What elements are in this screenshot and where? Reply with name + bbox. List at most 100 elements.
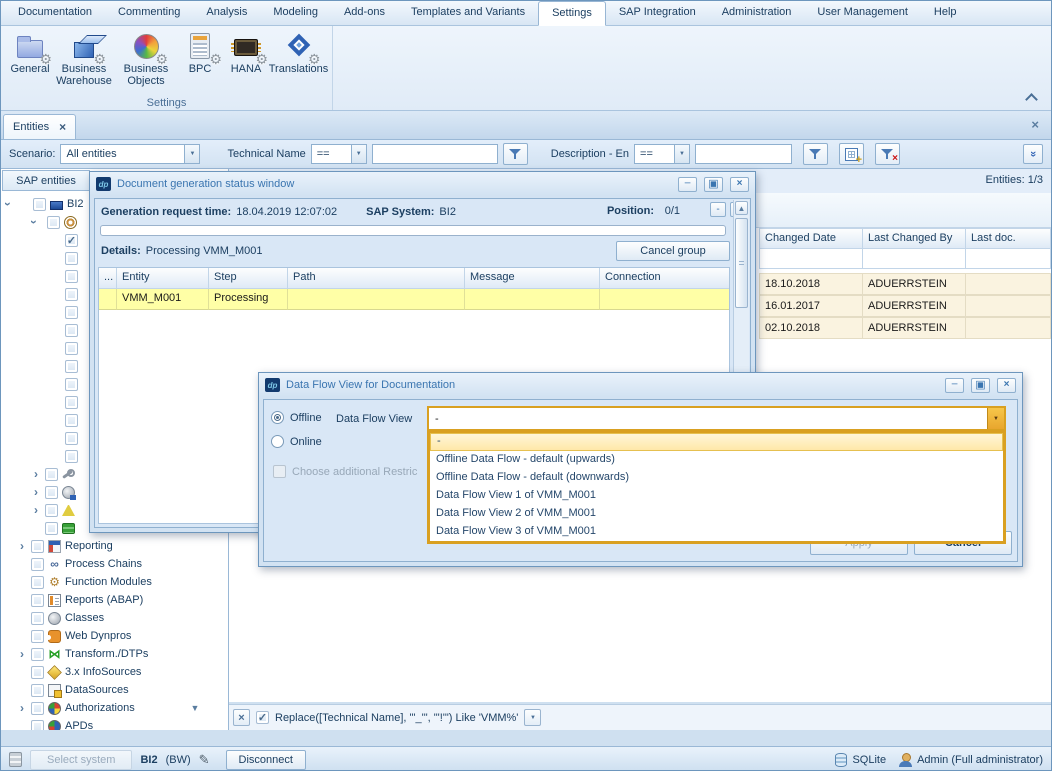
filter-enabled-checkbox[interactable]	[256, 711, 269, 724]
log-icon[interactable]	[9, 752, 22, 767]
dropdown-option[interactable]: -	[430, 433, 1003, 451]
dropdown-option[interactable]: Offline Data Flow - default (downwards)	[430, 469, 1003, 487]
description-operator-combo[interactable]: ==	[634, 144, 690, 164]
checkbox[interactable]	[45, 468, 58, 481]
sap-entities-tab[interactable]: SAP entities	[2, 170, 90, 191]
chevron-down-icon[interactable]	[351, 145, 366, 163]
scroll-up-icon[interactable]	[735, 201, 748, 215]
online-radio[interactable]	[271, 435, 284, 448]
dropdown-option[interactable]: Offline Data Flow - default (upwards)	[430, 451, 1003, 469]
select-system-button[interactable]: Select system	[30, 750, 132, 770]
tree-node[interactable]	[65, 285, 78, 303]
expander-icon[interactable]	[31, 487, 41, 497]
filter-dropdown-icon[interactable]	[524, 709, 541, 726]
business-objects-button[interactable]: Business Objects	[115, 29, 177, 88]
minimize-icon[interactable]	[945, 378, 964, 393]
tree-item-transformations[interactable]: Transform./DTPs	[17, 645, 148, 663]
tab-close-icon[interactable]	[59, 121, 66, 133]
restore-icon[interactable]	[971, 378, 990, 393]
column-header-step[interactable]: Step	[209, 268, 288, 289]
tree-item-datasources[interactable]: DataSources	[17, 681, 129, 699]
column-header-path[interactable]: Path	[288, 268, 465, 289]
tree-item-authorizations[interactable]: Authorizations	[17, 699, 135, 717]
expander-icon[interactable]	[3, 199, 13, 209]
expander-icon[interactable]	[17, 649, 27, 659]
close-filter-icon[interactable]	[233, 709, 250, 726]
checkbox[interactable]	[65, 396, 78, 409]
expander-icon[interactable]	[31, 505, 41, 515]
tree-node-hierarchy[interactable]	[45, 519, 75, 537]
expander-icon[interactable]	[29, 217, 39, 227]
menu-help[interactable]: Help	[921, 1, 970, 25]
auto-filter-cell[interactable]	[759, 248, 863, 269]
restore-icon[interactable]	[704, 177, 723, 192]
expander-icon[interactable]	[17, 703, 27, 713]
checkbox[interactable]	[31, 576, 44, 589]
online-radio-row[interactable]: Online	[271, 435, 322, 448]
close-icon[interactable]	[997, 378, 1016, 393]
column-header-message[interactable]: Message	[465, 268, 600, 289]
table-cell[interactable]: ADUERRSTEIN	[863, 273, 966, 295]
tree-item-reports-abap[interactable]: Reports (ABAP)	[17, 591, 143, 609]
filter-editor-button[interactable]	[839, 143, 864, 165]
cancel-group-button[interactable]: Cancel group	[616, 241, 730, 261]
auto-filter-cell[interactable]	[863, 248, 966, 269]
checkbox[interactable]	[65, 378, 78, 391]
tree-item-apds[interactable]: APDs	[17, 717, 93, 730]
menu-administration[interactable]: Administration	[709, 1, 805, 25]
technical-name-input[interactable]	[372, 144, 498, 164]
minimize-icon[interactable]	[678, 177, 697, 192]
filter-expression[interactable]: Replace([Technical Name], "'_'", "'!'") …	[275, 712, 518, 724]
column-header-changed-date[interactable]: Changed Date	[759, 228, 863, 249]
technical-name-operator-combo[interactable]: ==	[311, 144, 367, 164]
offline-radio-row[interactable]: Offline	[271, 411, 322, 424]
description-input[interactable]	[695, 144, 792, 164]
checkbox[interactable]	[65, 432, 78, 445]
table-row[interactable]: VMM_M001 Processing	[99, 289, 729, 310]
checkbox[interactable]	[65, 306, 78, 319]
checkbox[interactable]	[65, 450, 78, 463]
hana-button[interactable]: HANA	[223, 29, 269, 76]
tree-node-objects[interactable]	[31, 483, 75, 501]
checkbox[interactable]	[65, 414, 78, 427]
column-header-entity[interactable]: Entity	[117, 268, 209, 289]
dropdown-option[interactable]: Data Flow View 1 of VMM_M001	[430, 487, 1003, 505]
tree-node[interactable]	[65, 429, 78, 447]
dialog-titlebar[interactable]: dp Document generation status window	[90, 172, 755, 196]
checkbox[interactable]	[65, 270, 78, 283]
expand-filters-button[interactable]	[1023, 144, 1043, 164]
tree-node-queries[interactable]	[31, 465, 75, 483]
scenario-combo[interactable]: All entities	[60, 144, 200, 164]
menu-commenting[interactable]: Commenting	[105, 1, 193, 25]
tree-node[interactable]	[65, 321, 78, 339]
checkbox[interactable]	[31, 702, 44, 715]
checkbox[interactable]	[33, 198, 46, 211]
ribbon-collapse-button[interactable]	[1025, 92, 1037, 102]
column-header-last-changed-by[interactable]: Last Changed By	[863, 228, 966, 249]
general-button[interactable]: General	[7, 29, 53, 76]
checkbox[interactable]	[31, 630, 44, 643]
tree-item-infosources[interactable]: 3.x InfoSources	[17, 663, 141, 681]
tree-item-process-chains[interactable]: Process Chains	[17, 555, 142, 573]
table-cell[interactable]: ADUERRSTEIN	[863, 317, 966, 339]
expander-icon[interactable]	[31, 469, 41, 479]
tree-item-web-dynpros[interactable]: Web Dynpros	[17, 627, 131, 645]
checkbox-checked[interactable]	[65, 234, 78, 247]
close-icon[interactable]	[730, 177, 749, 192]
tree-node[interactable]	[65, 267, 78, 285]
table-cell[interactable]: 02.10.2018	[759, 317, 863, 339]
checkbox[interactable]	[45, 522, 58, 535]
checkbox[interactable]	[31, 612, 44, 625]
tree-node[interactable]	[65, 411, 78, 429]
tree-node-aggregates[interactable]	[31, 501, 75, 519]
dialog-titlebar[interactable]: dp Data Flow View for Documentation	[259, 373, 1022, 397]
checkbox[interactable]	[65, 252, 78, 265]
menu-modeling[interactable]: Modeling	[260, 1, 331, 25]
column-header-connection[interactable]: Connection	[600, 268, 729, 289]
tree-node[interactable]	[65, 393, 78, 411]
translations-button[interactable]: Translations	[269, 29, 328, 76]
checkbox[interactable]	[31, 594, 44, 607]
menu-analysis[interactable]: Analysis	[193, 1, 260, 25]
scrollbar-thumb[interactable]	[735, 218, 748, 308]
dropdown-option[interactable]: Data Flow View 3 of VMM_M001	[430, 523, 1003, 541]
